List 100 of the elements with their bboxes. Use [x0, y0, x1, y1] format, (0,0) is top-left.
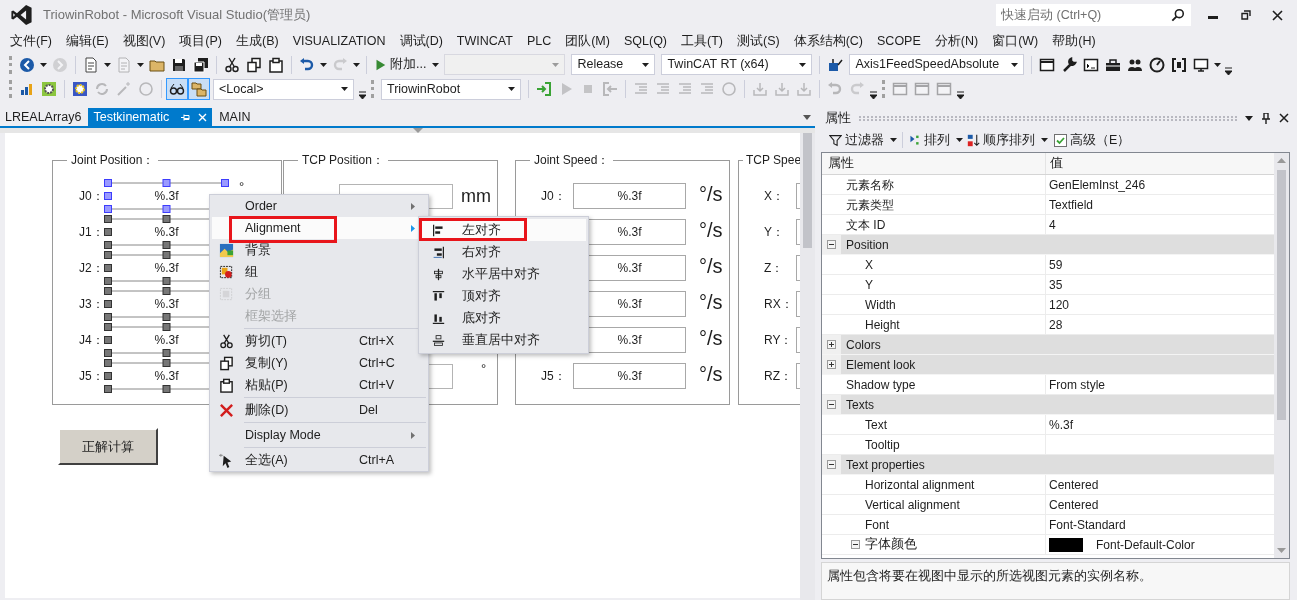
text-field[interactable]: %.3f: [108, 291, 225, 317]
menu-bar-item[interactable]: 窗口(W): [985, 31, 1046, 51]
menu-bar-item[interactable]: SQL(Q): [616, 31, 674, 51]
dropdown[interactable]: Axis1FeedSpeedAbsolute: [849, 54, 1025, 75]
caret-icon[interactable]: [642, 62, 650, 67]
undo-icon[interactable]: [299, 56, 315, 73]
toolbox-icon[interactable]: [1105, 56, 1122, 73]
gauge-icon[interactable]: [1149, 56, 1166, 73]
column-header[interactable]: 值: [1046, 153, 1274, 174]
document-tab[interactable]: LREALArray6: [0, 108, 87, 126]
enter-icon[interactable]: [536, 81, 552, 97]
scrollbar[interactable]: [800, 133, 815, 600]
text-field[interactable]: %.3f: [108, 363, 225, 389]
design-canvas[interactable]: [5, 133, 800, 598]
menu-bar-item[interactable]: 工具(T): [674, 31, 730, 51]
grip-handle[interactable]: [371, 80, 375, 98]
text-field[interactable]: %.3f: [108, 219, 225, 245]
close-icon[interactable]: [1272, 9, 1283, 21]
menu-item[interactable]: Display Mode: [212, 424, 418, 446]
menu-bar-item[interactable]: TWINCAT: [449, 31, 520, 51]
caret-icon[interactable]: [1041, 138, 1048, 142]
menu-item[interactable]: 全选(A) Ctrl+A: [212, 449, 418, 471]
dropdown[interactable]: <Local>: [213, 78, 354, 100]
menu-bar-item[interactable]: 体系结构(C): [786, 31, 870, 51]
document-icon[interactable]: [83, 56, 99, 73]
dropdown[interactable]: TriowinRobot: [381, 78, 521, 100]
paste-icon[interactable]: [268, 56, 284, 73]
attach-button[interactable]: 附加...: [371, 53, 442, 76]
caret-icon[interactable]: [341, 87, 348, 91]
menu-item[interactable]: 删除(D) Del: [212, 399, 418, 421]
grip-handle[interactable]: [9, 55, 13, 74]
dropdown[interactable]: TwinCAT RT (x64): [661, 54, 813, 75]
caret-icon[interactable]: [508, 87, 515, 91]
expand-icon[interactable]: [827, 340, 836, 349]
caret-icon[interactable]: [40, 62, 47, 67]
collapse-icon[interactable]: [827, 460, 836, 469]
wrench-icon[interactable]: [1061, 56, 1078, 73]
close-icon[interactable]: [1279, 113, 1289, 123]
menu-bar-item[interactable]: PLC: [519, 31, 559, 51]
collapse-icon[interactable]: [827, 240, 836, 249]
menu-bar-item[interactable]: 视图(V): [115, 31, 173, 51]
menu-bar-item[interactable]: 团队(M): [558, 31, 617, 51]
save-all-icon[interactable]: [193, 56, 209, 73]
dropdown-icon[interactable]: [1245, 115, 1253, 121]
menu-bar-item[interactable]: 帮助(H): [1045, 31, 1103, 51]
caret-icon[interactable]: [432, 62, 440, 67]
caret-icon[interactable]: [890, 138, 897, 142]
toolbar-dropdown[interactable]: 顺序排列: [965, 130, 1050, 150]
bracket-icon[interactable]: [1171, 56, 1188, 73]
grip-handle[interactable]: [882, 80, 886, 98]
menu-bar-item[interactable]: SCOPE: [870, 31, 928, 51]
search-icon[interactable]: [1171, 8, 1185, 22]
restore-icon[interactable]: [1241, 10, 1251, 20]
caret-icon[interactable]: [1214, 62, 1222, 67]
menu-item[interactable]: Alignment: [212, 217, 418, 239]
gear-icon[interactable]: [41, 81, 57, 97]
caret-icon[interactable]: [104, 62, 111, 67]
copy-icon[interactable]: [246, 56, 262, 73]
terminal-icon[interactable]: [1083, 56, 1100, 73]
collapse-icon[interactable]: [827, 400, 836, 409]
plug-icon[interactable]: [827, 56, 844, 73]
text-field[interactable]: %.3f: [108, 327, 225, 353]
window-icon[interactable]: [1039, 56, 1056, 73]
menu-bar-item[interactable]: 文件(F): [3, 31, 59, 51]
menu-bar-item[interactable]: 调试(D): [392, 31, 450, 51]
caret-icon[interactable]: [137, 62, 144, 67]
caret-icon[interactable]: [799, 62, 807, 67]
overflow-icon[interactable]: [870, 90, 877, 100]
chart-icon[interactable]: [19, 81, 35, 97]
overflow-icon[interactable]: [1225, 66, 1233, 76]
caret-icon[interactable]: [353, 62, 360, 67]
menu-bar-item[interactable]: 生成(B): [229, 31, 286, 51]
pin-icon[interactable]: [1262, 112, 1270, 124]
monitor-icon[interactable]: [1193, 56, 1210, 73]
text-field[interactable]: %.3f: [573, 183, 686, 209]
collapse-icon[interactable]: [851, 540, 860, 549]
caret-icon[interactable]: [956, 138, 963, 142]
menu-bar-item[interactable]: 项目(P): [172, 31, 229, 51]
dropdown-icon[interactable]: [803, 115, 811, 120]
toolbar-dropdown[interactable]: 排列: [906, 130, 965, 150]
calculate-button[interactable]: 正解计算: [58, 428, 158, 465]
menu-bar-item[interactable]: VISUALIZATION: [285, 31, 393, 51]
checkbox[interactable]: [1054, 133, 1067, 147]
document-tab[interactable]: MAIN: [214, 108, 256, 126]
toolbar-dropdown[interactable]: 过滤器: [827, 130, 899, 150]
menu-bar-item[interactable]: 测试(S): [730, 31, 787, 51]
cut-icon[interactable]: [224, 56, 240, 73]
expand-icon[interactable]: [827, 360, 836, 369]
column-header[interactable]: 属性: [822, 153, 1046, 174]
overflow-icon[interactable]: [957, 90, 964, 100]
search-field[interactable]: 快速启动 (Ctrl+Q): [996, 4, 1191, 26]
overflow-icon[interactable]: [359, 90, 366, 100]
menu-bar-item[interactable]: 编辑(E): [58, 31, 116, 51]
gear-icon[interactable]: [72, 81, 88, 97]
caret-icon[interactable]: [320, 62, 327, 67]
menu-bar-item[interactable]: 分析(N): [927, 31, 986, 51]
caret-icon[interactable]: [1011, 62, 1019, 67]
grip-handle[interactable]: [9, 80, 13, 98]
save-icon[interactable]: [171, 56, 187, 73]
dropdown[interactable]: Release: [571, 54, 656, 75]
